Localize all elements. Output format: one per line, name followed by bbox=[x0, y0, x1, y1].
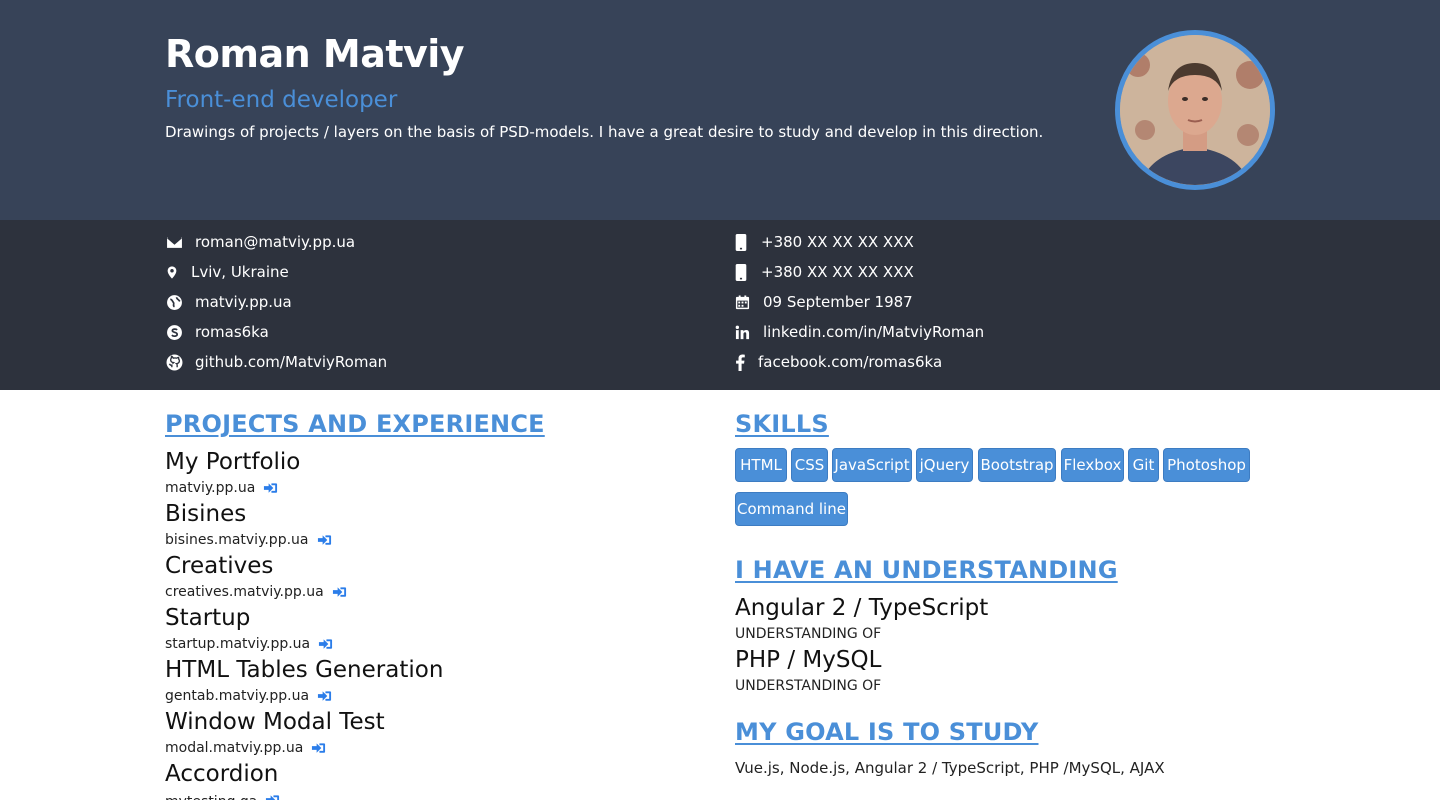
external-link-icon[interactable] bbox=[332, 585, 347, 599]
profile-role: Front-end developer bbox=[165, 87, 398, 113]
project-link[interactable]: bisines.matviy.pp.ua bbox=[165, 532, 332, 548]
project-title: Startup bbox=[165, 605, 251, 631]
skill-tag: Photoshop bbox=[1163, 448, 1250, 482]
contact-phone-1-text: +380 XX XX XX XXX bbox=[761, 233, 914, 251]
skill-tag: JavaScript bbox=[832, 448, 912, 482]
project-title: Window Modal Test bbox=[165, 709, 385, 735]
project-url[interactable]: startup.matviy.pp.ua bbox=[165, 636, 310, 652]
external-link-icon[interactable] bbox=[265, 793, 280, 800]
contacts-panel: roman@matviy.pp.ua Lviv, Ukraine matviy.… bbox=[0, 220, 1440, 390]
external-link-icon[interactable] bbox=[317, 533, 332, 547]
contact-phone-2[interactable]: +380 XX XX XX XXX bbox=[735, 261, 914, 283]
external-link-icon[interactable] bbox=[317, 689, 332, 703]
project-link[interactable]: mytesting.ga bbox=[165, 788, 280, 800]
external-link-icon[interactable] bbox=[263, 481, 278, 495]
project-url[interactable]: creatives.matviy.pp.ua bbox=[165, 584, 324, 600]
understanding-item-title: PHP / MySQL bbox=[735, 647, 882, 673]
project-url[interactable]: modal.matviy.pp.ua bbox=[165, 740, 303, 756]
contact-website[interactable]: matviy.pp.ua bbox=[165, 291, 292, 313]
project-url[interactable]: mytesting.ga bbox=[165, 788, 257, 800]
contact-birthday: 09 September 1987 bbox=[735, 291, 913, 313]
project-link[interactable]: gentab.matviy.pp.ua bbox=[165, 688, 332, 704]
contact-birthday-text: 09 September 1987 bbox=[763, 293, 913, 311]
project-link[interactable]: modal.matviy.pp.ua bbox=[165, 740, 326, 756]
contact-linkedin[interactable]: linkedin.com/in/MatviyRoman bbox=[735, 321, 984, 343]
projects-heading[interactable]: PROJECTS AND EXPERIENCE bbox=[165, 410, 545, 438]
contact-skype-text: romas6ka bbox=[195, 323, 269, 341]
project-link[interactable]: startup.matviy.pp.ua bbox=[165, 636, 333, 652]
external-link-icon[interactable] bbox=[318, 637, 333, 651]
contact-phone-2-text: +380 XX XX XX XXX bbox=[761, 263, 914, 281]
project-url[interactable]: bisines.matviy.pp.ua bbox=[165, 532, 309, 548]
understanding-item-title: Angular 2 / TypeScript bbox=[735, 595, 989, 621]
contact-github-text: github.com/MatviyRoman bbox=[195, 353, 388, 371]
profile-header: Roman Matviy Front-end developer Drawing… bbox=[0, 0, 1440, 220]
contact-email[interactable]: roman@matviy.pp.ua bbox=[165, 231, 355, 253]
contact-email-text: roman@matviy.pp.ua bbox=[195, 233, 356, 251]
contact-facebook[interactable]: facebook.com/romas6ka bbox=[735, 351, 942, 373]
contact-skype[interactable]: romas6ka bbox=[165, 321, 269, 343]
profile-description: Drawings of projects / layers on the bas… bbox=[165, 123, 1044, 141]
contact-github[interactable]: github.com/MatviyRoman bbox=[165, 351, 387, 373]
mobile-phone-icon bbox=[735, 263, 747, 281]
skill-tag: Flexbox bbox=[1061, 448, 1124, 482]
avatar-photo bbox=[1120, 35, 1270, 185]
contact-location-text: Lviv, Ukraine bbox=[191, 263, 289, 281]
skill-tag: Command line bbox=[735, 492, 848, 526]
skill-tag: Git bbox=[1128, 448, 1159, 482]
contact-facebook-text: facebook.com/romas6ka bbox=[758, 353, 943, 371]
project-title: HTML Tables Generation bbox=[165, 657, 444, 683]
envelope-icon bbox=[165, 233, 183, 251]
understanding-heading[interactable]: I HAVE AN UNDERSTANDING bbox=[735, 556, 1118, 584]
skill-tag: jQuery bbox=[916, 448, 973, 482]
project-title: Bisines bbox=[165, 501, 247, 527]
project-title: My Portfolio bbox=[165, 449, 301, 475]
understanding-item-note: UNDERSTANDING OF bbox=[735, 678, 882, 694]
contact-phone-1[interactable]: +380 XX XX XX XXX bbox=[735, 231, 914, 253]
goal-text: Vue.js, Node.js, Angular 2 / TypeScript,… bbox=[735, 759, 1165, 777]
facebook-icon bbox=[735, 353, 745, 371]
understanding-item-note: UNDERSTANDING OF bbox=[735, 626, 882, 642]
contact-linkedin-text: linkedin.com/in/MatviyRoman bbox=[763, 323, 985, 341]
contact-website-text: matviy.pp.ua bbox=[195, 293, 292, 311]
profile-name: Roman Matviy bbox=[165, 32, 465, 76]
linkedin-icon bbox=[735, 323, 750, 341]
goal-heading[interactable]: MY GOAL IS TO STUDY bbox=[735, 718, 1039, 746]
github-icon bbox=[165, 353, 183, 371]
project-link[interactable]: matviy.pp.ua bbox=[165, 480, 278, 496]
globe-icon bbox=[165, 293, 183, 311]
skills-heading[interactable]: SKILLS bbox=[735, 410, 829, 438]
project-url[interactable]: matviy.pp.ua bbox=[165, 480, 255, 496]
contact-location: Lviv, Ukraine bbox=[165, 261, 289, 283]
map-marker-icon bbox=[165, 263, 179, 281]
avatar bbox=[1115, 30, 1275, 190]
mobile-phone-icon bbox=[735, 233, 747, 251]
project-link[interactable]: creatives.matviy.pp.ua bbox=[165, 584, 347, 600]
skill-tag: Bootstrap bbox=[978, 448, 1056, 482]
calendar-icon bbox=[735, 293, 750, 311]
skill-tag: CSS bbox=[791, 448, 828, 482]
external-link-icon[interactable] bbox=[311, 741, 326, 755]
project-title: Accordion bbox=[165, 761, 279, 787]
skill-tag: HTML bbox=[735, 448, 787, 482]
project-title: Creatives bbox=[165, 553, 274, 579]
skype-icon bbox=[165, 323, 183, 341]
project-url[interactable]: gentab.matviy.pp.ua bbox=[165, 688, 309, 704]
